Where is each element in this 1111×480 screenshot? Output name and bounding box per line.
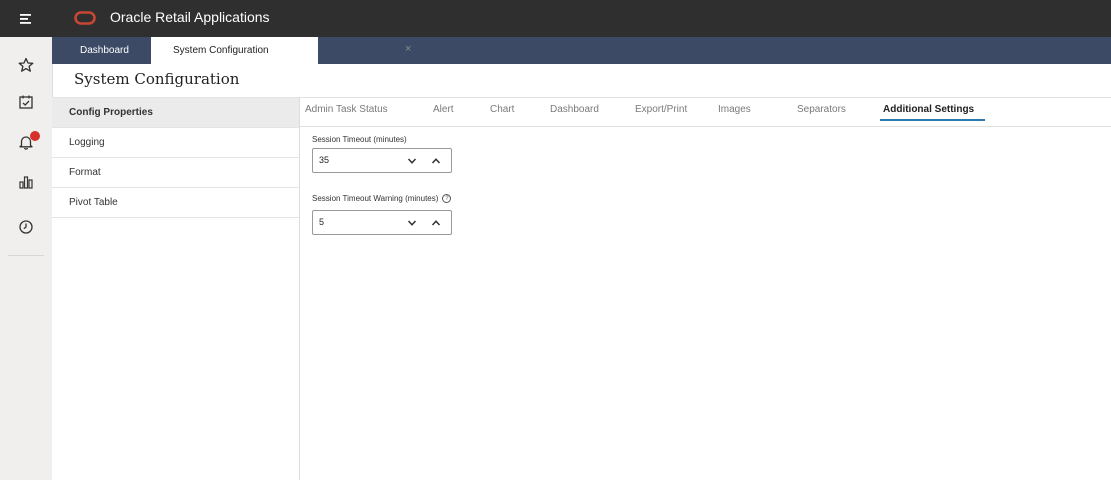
info-icon[interactable]: ?: [442, 194, 452, 203]
bar-chart-icon: [19, 176, 33, 189]
sidenav-item-logging[interactable]: Logging: [52, 128, 299, 158]
chevron-up-icon: [431, 158, 441, 164]
page-title: System Configuration: [74, 70, 240, 88]
oracle-logo: [74, 11, 96, 25]
sidenav-item-label: Logging: [69, 137, 105, 148]
favorites-button[interactable]: [0, 51, 52, 79]
tab-system-configuration-label: System Configuration: [173, 45, 269, 56]
top-app-bar: Oracle Retail Applications: [0, 0, 1111, 37]
session-timeout-label: Session Timeout (minutes): [312, 135, 407, 144]
tab-alert[interactable]: Alert: [433, 104, 454, 115]
tasks-button[interactable]: [0, 88, 52, 116]
session-timeout-warning-label: Session Timeout Warning (minutes) ?: [312, 194, 452, 203]
tab-dashboard-settings[interactable]: Dashboard: [550, 104, 599, 115]
settings-tabs: Admin Task Status Alert Chart Dashboard …: [300, 98, 1111, 127]
decrement-button[interactable]: [405, 154, 419, 168]
chevron-down-icon: [407, 158, 417, 164]
tab-admin-task-status[interactable]: Admin Task Status: [305, 104, 388, 115]
session-timeout-stepper: 35: [312, 148, 452, 173]
open-tabs-bar: Dashboard System Configuration ×: [52, 37, 1111, 64]
active-tab-indicator: [880, 119, 985, 121]
close-icon[interactable]: ×: [405, 43, 411, 55]
reports-button[interactable]: [0, 168, 52, 196]
menu-icon: [20, 13, 31, 24]
tab-export-print[interactable]: Export/Print: [635, 104, 687, 115]
session-timeout-warning-stepper: 5: [312, 210, 452, 235]
increment-button[interactable]: [429, 154, 443, 168]
chevron-down-icon: [407, 220, 417, 226]
increment-button[interactable]: [429, 216, 443, 230]
sidenav-item-label: Pivot Table: [69, 197, 118, 208]
notification-badge: [30, 131, 40, 141]
tab-dashboard-label: Dashboard: [80, 45, 129, 56]
sidenav-item-format[interactable]: Format: [52, 158, 299, 188]
notifications-button[interactable]: [0, 128, 52, 156]
calendar-check-icon: [19, 95, 33, 109]
session-timeout-input[interactable]: 35: [319, 155, 329, 165]
left-rail: [0, 37, 53, 480]
history-button[interactable]: [0, 213, 52, 241]
settings-side-nav: Config Properties Logging Format Pivot T…: [52, 98, 300, 480]
tab-separators[interactable]: Separators: [797, 104, 846, 115]
star-icon: [18, 57, 34, 72]
rail-divider: [8, 255, 44, 256]
sidenav-item-pivot-table[interactable]: Pivot Table: [52, 188, 299, 218]
sidenav-item-label: Format: [69, 167, 101, 178]
clock-icon: [19, 220, 33, 234]
session-timeout-warning-input[interactable]: 5: [319, 217, 324, 227]
sidenav-item-config-properties[interactable]: Config Properties: [52, 98, 299, 128]
app-title: Oracle Retail Applications: [110, 9, 270, 25]
session-timeout-label-text: Session Timeout (minutes): [312, 135, 407, 144]
session-timeout-warning-label-text: Session Timeout Warning (minutes): [312, 194, 439, 203]
tab-system-configuration[interactable]: System Configuration ×: [151, 37, 411, 64]
tab-chart[interactable]: Chart: [490, 104, 514, 115]
tab-additional-settings[interactable]: Additional Settings: [883, 104, 974, 115]
menu-button[interactable]: [0, 0, 52, 37]
sidenav-item-label: Config Properties: [69, 107, 153, 118]
tab-images[interactable]: Images: [718, 104, 751, 115]
tab-dashboard[interactable]: Dashboard: [64, 37, 146, 64]
chevron-up-icon: [431, 220, 441, 226]
decrement-button[interactable]: [405, 216, 419, 230]
